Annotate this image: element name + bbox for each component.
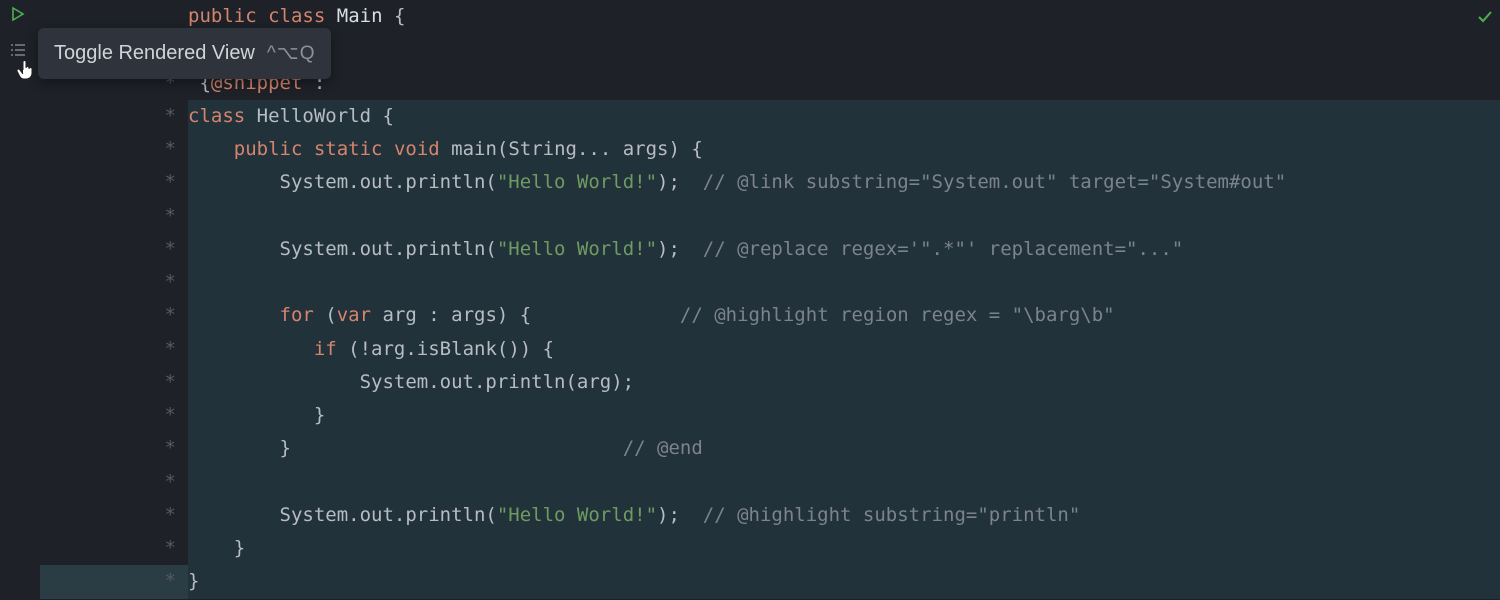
code-line[interactable]: * — [40, 266, 1500, 299]
doc-comment-star: * — [40, 466, 188, 499]
doc-comment-star: * — [40, 499, 188, 532]
code-content: System.out.println("Hello World!"); // @… — [188, 233, 1500, 266]
tooltip-label: Toggle Rendered View — [54, 36, 255, 71]
doc-comment-star: * — [40, 366, 188, 399]
code-line[interactable]: * } — [40, 399, 1500, 432]
code-line[interactable]: * — [40, 200, 1500, 233]
doc-comment-star: * — [40, 333, 188, 366]
code-content — [188, 200, 1500, 233]
code-line[interactable]: * } — [40, 532, 1500, 565]
code-line[interactable]: * for (var arg : args) { // @highlight r… — [40, 299, 1500, 332]
doc-comment-star: * — [40, 266, 188, 299]
status-ok-icon — [1476, 4, 1494, 37]
tooltip-shortcut: ^⌥Q — [267, 37, 316, 70]
editor-gutter — [0, 0, 40, 600]
code-content: System.out.println(arg); — [188, 366, 1500, 399]
run-icon[interactable] — [8, 4, 28, 24]
code-content: {@snippet : — [188, 67, 1500, 100]
toggle-rendered-view-icon[interactable] — [8, 40, 28, 60]
code-content: } — [188, 532, 1500, 565]
doc-comment-star: * — [40, 133, 188, 166]
code-content: class HelloWorld { — [188, 100, 1500, 133]
code-content — [188, 466, 1500, 499]
code-content: public static void main(String... args) … — [188, 133, 1500, 166]
doc-comment-star: * — [40, 200, 188, 233]
tooltip-toggle-rendered-view: Toggle Rendered View ^⌥Q — [38, 28, 331, 79]
code-content: if (!arg.isBlank()) { — [188, 333, 1500, 366]
code-content: public class Main { — [188, 0, 1500, 33]
code-line[interactable]: * public static void main(String... args… — [40, 133, 1500, 166]
code-content: /** — [188, 33, 1500, 66]
code-content: for (var arg : args) { // @highlight reg… — [188, 299, 1500, 332]
doc-comment-star: * — [40, 100, 188, 133]
doc-comment-star: * — [40, 299, 188, 332]
doc-comment-star: * — [40, 532, 188, 565]
code-line[interactable]: * System.out.println("Hello World!"); //… — [40, 166, 1500, 199]
code-line[interactable]: * System.out.println("Hello World!"); //… — [40, 233, 1500, 266]
doc-comment-star: * — [40, 233, 188, 266]
code-content: } — [188, 565, 1500, 598]
code-content: System.out.println("Hello World!"); // @… — [188, 166, 1500, 199]
code-line[interactable]: *class HelloWorld { — [40, 100, 1500, 133]
code-line[interactable]: * } // @end — [40, 432, 1500, 465]
code-content: System.out.println("Hello World!"); // @… — [188, 499, 1500, 532]
doc-comment-star: * — [40, 399, 188, 432]
doc-comment-star: * — [40, 432, 188, 465]
code-content: } — [188, 399, 1500, 432]
code-editor[interactable]: public class Main {* /*** {@snippet :*cl… — [40, 0, 1500, 599]
code-line[interactable]: * if (!arg.isBlank()) { — [40, 333, 1500, 366]
code-line[interactable]: * System.out.println(arg); — [40, 366, 1500, 399]
code-line[interactable]: * — [40, 466, 1500, 499]
code-line[interactable]: * System.out.println("Hello World!"); //… — [40, 499, 1500, 532]
code-line[interactable]: *} — [40, 565, 1500, 598]
code-content — [188, 266, 1500, 299]
code-content: } // @end — [188, 432, 1500, 465]
doc-comment-star: * — [40, 565, 188, 598]
doc-comment-star: * — [40, 166, 188, 199]
